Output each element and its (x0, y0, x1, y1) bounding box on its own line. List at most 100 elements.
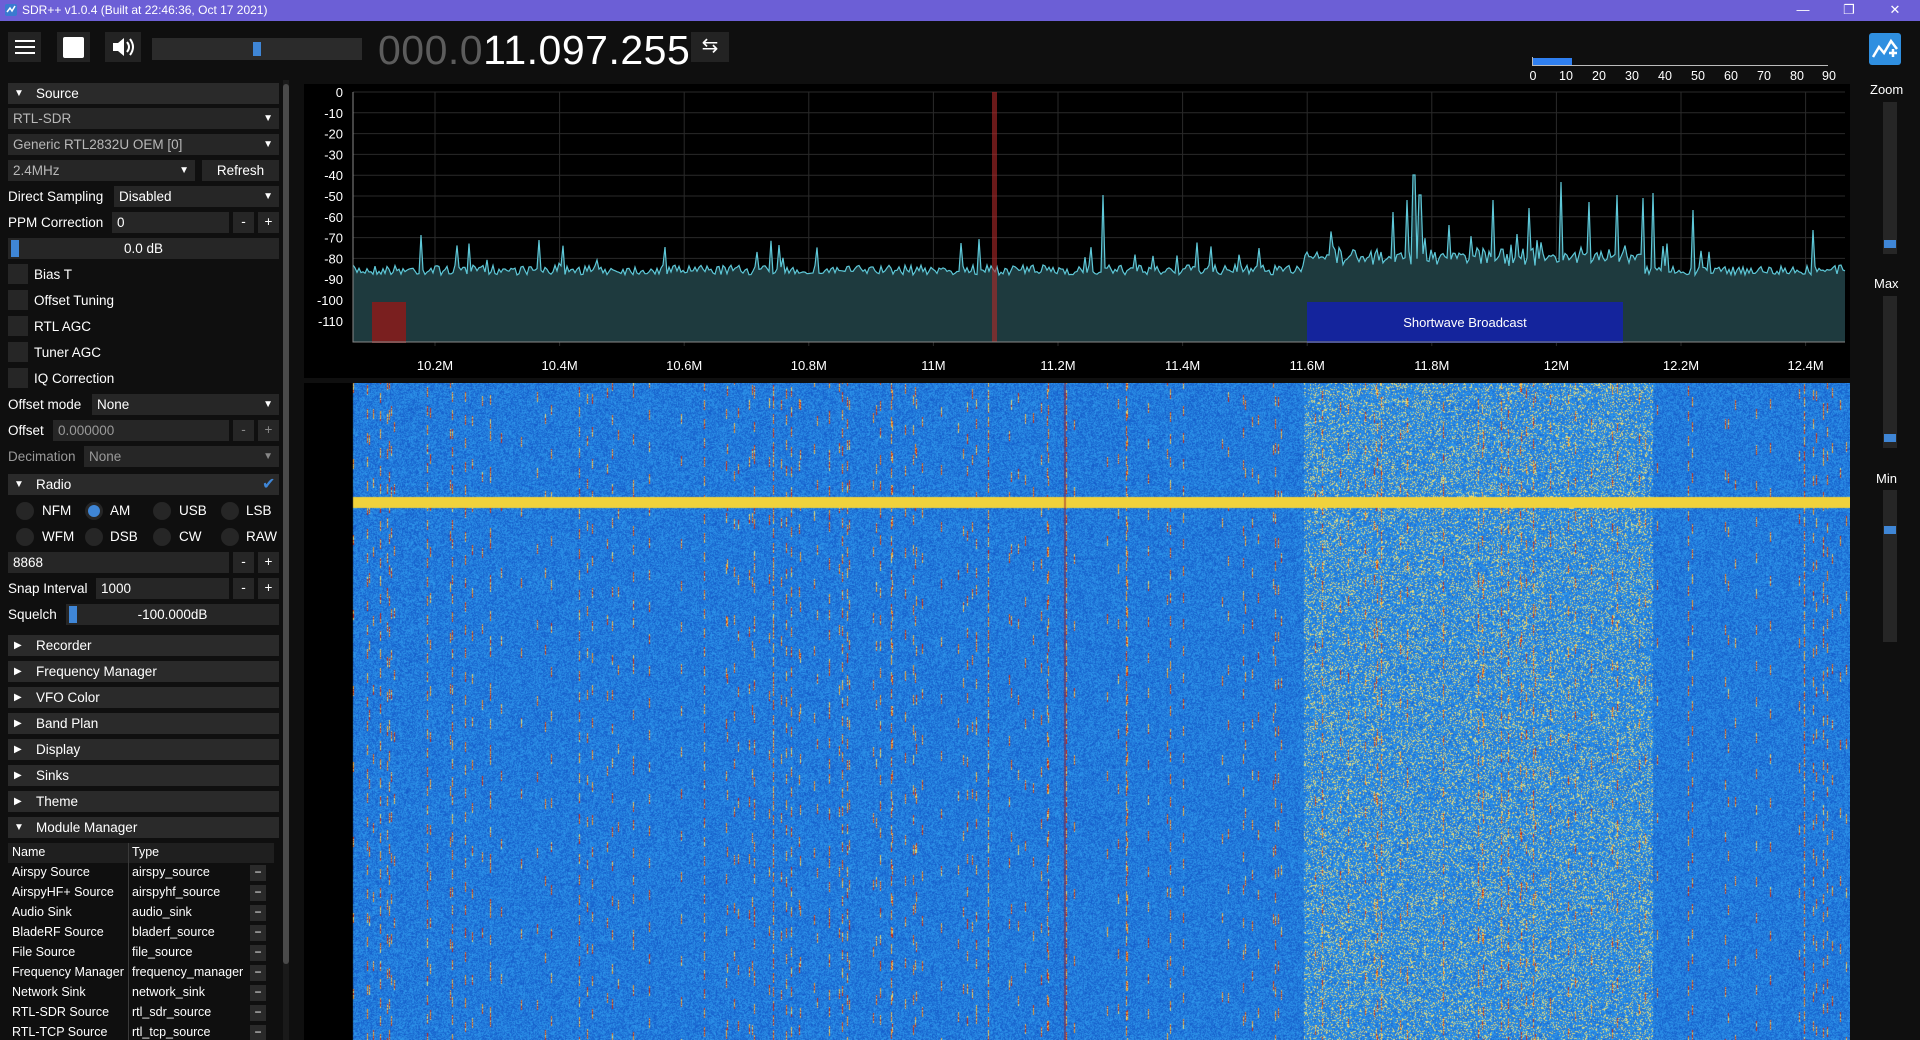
ppm-label: PPM Correction (8, 215, 104, 230)
sidebar-scrollbar[interactable] (283, 80, 289, 1040)
dropdown-arrow-icon: ▼ (263, 451, 273, 462)
offset-input[interactable]: 0.000000 (53, 420, 229, 441)
bandwidth-input[interactable]: 8868 (8, 552, 229, 573)
collapsed-triangle-icon: ▶ (14, 640, 22, 651)
mode-am-label: AM (110, 503, 131, 518)
table-row: RTL-SDR Source rtl_sdr_source − (8, 1003, 274, 1023)
tuner-agc-checkbox[interactable] (8, 342, 28, 362)
mode-am-radio[interactable] (85, 502, 103, 520)
collapsed-triangle-icon: ▶ (14, 692, 22, 703)
rtl-agc-checkbox[interactable] (8, 316, 28, 336)
theme-section-header[interactable]: ▶ Theme (8, 791, 279, 812)
snr-meter: 0 10 20 30 40 50 60 70 80 90 (1530, 57, 1836, 83)
waterfall-display[interactable] (304, 383, 1850, 1040)
remove-module-button[interactable]: − (250, 905, 266, 921)
stop-icon (63, 37, 84, 58)
remove-module-button[interactable]: − (250, 885, 266, 901)
offset-tuning-checkbox[interactable] (8, 290, 28, 310)
decimation-select[interactable]: None ▼ (84, 446, 279, 467)
snr-tick: 80 (1790, 69, 1804, 83)
ppm-decrement-button[interactable]: - (233, 212, 254, 233)
snap-increment-button[interactable]: + (258, 578, 279, 599)
device-select[interactable]: Generic RTL2832U OEM [0] ▼ (8, 134, 279, 155)
snap-interval-input[interactable]: 1000 (96, 578, 229, 599)
device-type-select[interactable]: RTL-SDR ▼ (8, 108, 279, 129)
table-row: Audio Sink audio_sink − (8, 903, 274, 923)
vfo-marker[interactable] (992, 92, 997, 342)
snr-tick: 30 (1625, 69, 1639, 83)
remove-module-button[interactable]: − (250, 1025, 266, 1040)
zoom-label: Zoom (1870, 82, 1904, 97)
frequency-manager-section-header[interactable]: ▶ Frequency Manager (8, 661, 279, 682)
collapsed-triangle-icon: ▶ (14, 718, 22, 729)
fft-x-tick: 12M (1544, 358, 1569, 373)
refresh-button[interactable]: Refresh (202, 160, 279, 181)
remove-module-button[interactable]: − (250, 985, 266, 1001)
bandwidth-decrement-button[interactable]: - (233, 552, 254, 573)
iq-correction-checkbox[interactable] (8, 368, 28, 388)
fft-y-tick: -70 (324, 231, 343, 246)
volume-slider[interactable] (152, 38, 362, 60)
remove-module-button[interactable]: − (250, 865, 266, 881)
vfo-color-section-header[interactable]: ▶ VFO Color (8, 687, 279, 708)
frequency-leading-digits[interactable]: 000.0 (378, 27, 483, 73)
fft-x-tick: 11.6M (1290, 358, 1325, 373)
rtl-agc-label: RTL AGC (34, 319, 92, 334)
ppm-input[interactable]: 0 (112, 212, 229, 233)
sinks-section-header[interactable]: ▶ Sinks (8, 765, 279, 786)
bias-t-checkbox[interactable] (8, 264, 28, 284)
snap-decrement-button[interactable]: - (233, 578, 254, 599)
mode-raw-radio[interactable] (221, 528, 239, 546)
remove-module-button[interactable]: − (250, 945, 266, 961)
fft-y-tick: -60 (324, 210, 343, 225)
frequency-display[interactable]: 000.011.097.255 (378, 27, 690, 74)
squelch-slider[interactable]: -100.000dB (66, 604, 279, 625)
gain-slider[interactable]: 0.0 dB (8, 238, 279, 259)
min-slider[interactable] (1883, 490, 1897, 642)
module-manager-section-header[interactable]: ▼ Module Manager (8, 817, 279, 838)
mode-wfm-radio[interactable] (16, 528, 34, 546)
stop-button[interactable] (57, 32, 90, 62)
volume-slider-grab[interactable] (253, 42, 261, 56)
sample-rate-select[interactable]: 2.4MHz ▼ (8, 160, 195, 181)
max-slider[interactable] (1883, 296, 1897, 448)
offset-decrement-button[interactable]: - (233, 420, 254, 441)
radio-enabled-checkmark-icon[interactable]: ✔ (262, 474, 275, 494)
remove-module-button[interactable]: − (250, 925, 266, 941)
mute-button[interactable] (105, 32, 141, 62)
mode-lsb-radio[interactable] (221, 502, 239, 520)
table-row: File Source file_source − (8, 943, 274, 963)
band-plan-section-header[interactable]: ▶ Band Plan (8, 713, 279, 734)
menu-button[interactable] (8, 32, 41, 62)
minimize-button[interactable]: — (1780, 0, 1826, 21)
recorder-section-header[interactable]: ▶ Recorder (8, 635, 279, 656)
mode-dsb-radio[interactable] (85, 528, 103, 546)
mode-usb-radio[interactable] (153, 502, 171, 520)
fft-spectrum[interactable]: Shortwave Broadcast 0 -10 -20 -30 -40 -50 -60 -… (304, 84, 1850, 378)
restore-button[interactable]: ❐ (1826, 0, 1872, 21)
source-section-header[interactable]: ▼ Source (8, 83, 279, 104)
zoom-slider[interactable] (1883, 102, 1897, 254)
tuner-agc-label: Tuner AGC (34, 345, 102, 360)
bandwidth-increment-button[interactable]: + (258, 552, 279, 573)
mode-lsb-label: LSB (246, 503, 272, 518)
remove-module-button[interactable]: − (250, 1005, 266, 1021)
offset-mode-select[interactable]: None ▼ (92, 394, 279, 415)
mode-cw-radio[interactable] (153, 528, 171, 546)
close-button[interactable]: ✕ (1872, 0, 1918, 21)
radio-section-header[interactable]: ▼ Radio (8, 474, 279, 495)
fft-y-tick: -10 (324, 106, 343, 121)
collapsed-triangle-icon: ▶ (14, 796, 22, 807)
remove-module-button[interactable]: − (250, 965, 266, 981)
snr-tick: 10 (1559, 69, 1573, 83)
direct-sampling-select[interactable]: Disabled ▼ (114, 186, 279, 207)
display-section-header[interactable]: ▶ Display (8, 739, 279, 760)
frequency-digits[interactable]: 11.097.255 (483, 27, 690, 73)
offset-increment-button[interactable]: + (258, 420, 279, 441)
snr-tick: 40 (1658, 69, 1672, 83)
mode-nfm-radio[interactable] (16, 502, 34, 520)
fft-x-tick: 10.2M (417, 358, 453, 373)
tuning-mode-button[interactable]: ⇆ (691, 32, 729, 62)
ppm-increment-button[interactable]: + (258, 212, 279, 233)
column-header-name: Name (12, 845, 46, 859)
